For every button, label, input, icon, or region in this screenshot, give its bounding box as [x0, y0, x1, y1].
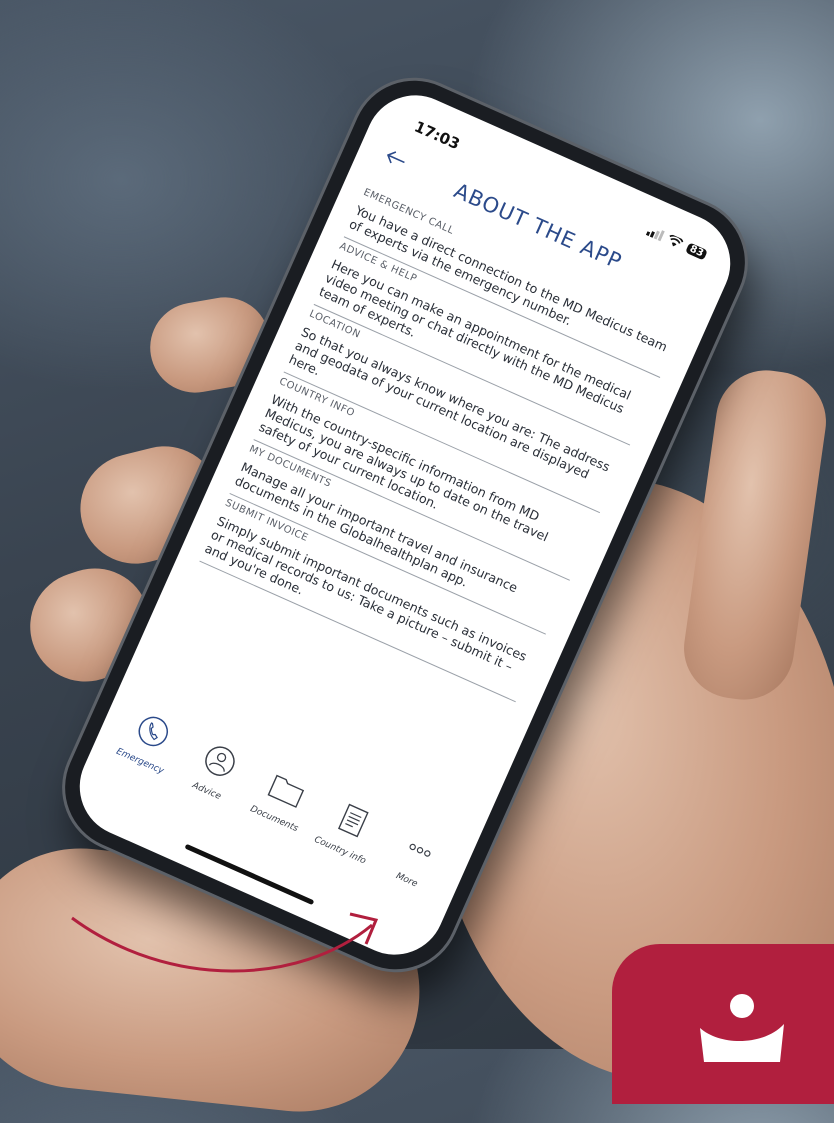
annotation-arrow [71, 912, 379, 973]
brand-logo-icon [700, 994, 784, 1062]
brand-logo-badge [612, 944, 834, 1104]
